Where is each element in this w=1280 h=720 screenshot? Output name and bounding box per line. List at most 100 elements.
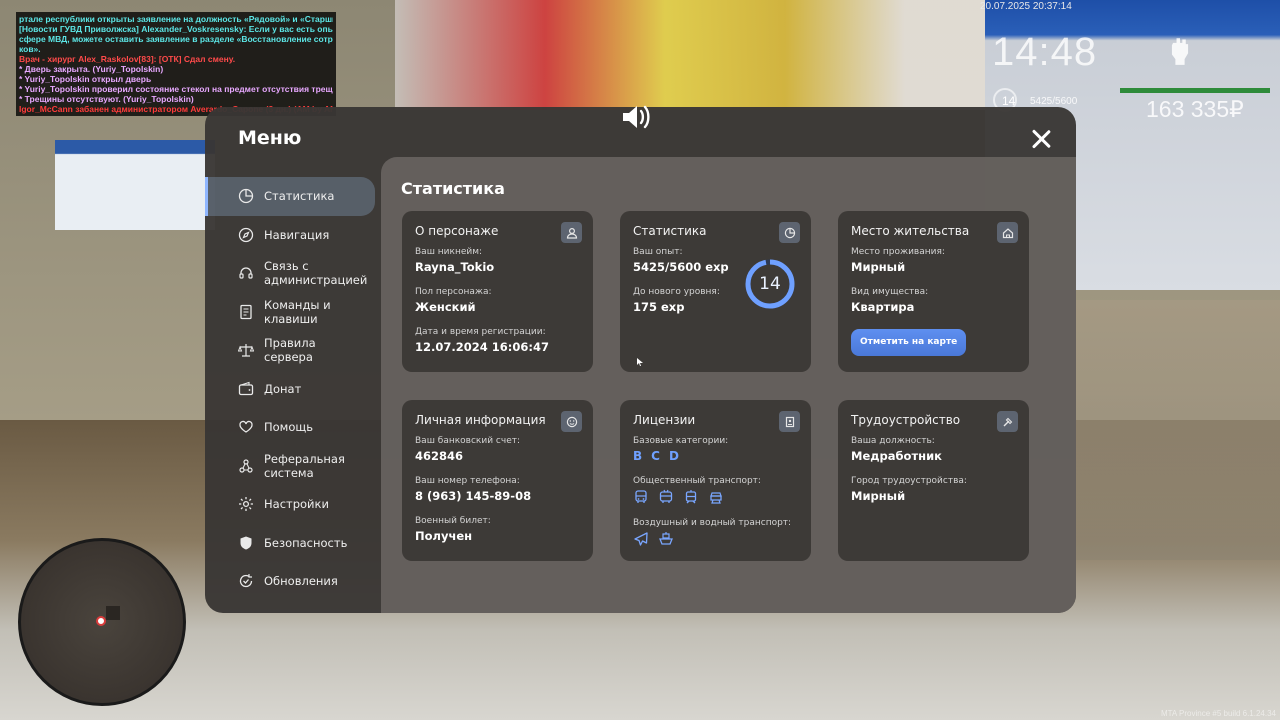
sidebar-item-label: Правила сервера [264, 336, 316, 365]
wallet-icon [238, 381, 254, 395]
property-value: Квартира [851, 300, 915, 314]
sidebar-item-label: Команды и клавиши [264, 297, 331, 326]
wall-poster [395, 0, 995, 110]
face-icon [561, 411, 582, 432]
position-value: Медработник [851, 449, 942, 463]
mouse-cursor-icon [637, 358, 643, 366]
sidebar-item-label: Настройки [264, 497, 329, 512]
chat-log: ртале республики открыты заявление на до… [16, 12, 336, 116]
gender-label: Пол персонажа: [415, 287, 492, 297]
military-label: Военный билет: [415, 516, 491, 526]
chat-line: сфере МВД, можете оставить заявление в р… [19, 34, 333, 44]
shield-icon [240, 536, 252, 550]
category-c: C [651, 449, 660, 463]
sidebar-item-network[interactable]: Реферальная система [205, 447, 380, 486]
hud-exp: 5425/5600 [1030, 96, 1078, 107]
hud-datetime: 20.07.2025 20:37:14 [980, 1, 1072, 12]
card-title: Трудоустройство [851, 413, 961, 427]
speaker-icon[interactable] [620, 102, 652, 132]
tram-icon [685, 490, 697, 504]
sidebar-item-label: Обновления [264, 574, 338, 589]
chat-line: * Yuriy_Topolskin открыл дверь [19, 74, 152, 84]
sidebar-item-label: Донат [264, 381, 302, 396]
place-value: Мирный [851, 260, 906, 274]
sidebar-item-headset[interactable]: Связь с администрацией [205, 254, 380, 293]
public-transport-icons [633, 489, 798, 505]
gear-icon [239, 497, 253, 512]
category-letters: B C D [633, 449, 798, 463]
menu-title: Меню [238, 127, 302, 149]
trolleybus-icon [659, 489, 673, 503]
hud-clock: 14:48 [992, 30, 1098, 74]
compass-icon [238, 227, 254, 242]
document-icon [240, 304, 252, 319]
card-residence: Место жительства Место проживания: Мирны… [838, 211, 1029, 372]
gender-value: Женский [415, 300, 476, 314]
sidebar-item-compass[interactable]: Навигация [205, 216, 380, 255]
minimap-player-icon [96, 616, 106, 626]
heart-hand-icon [239, 421, 253, 434]
sidebar-item-document[interactable]: Команды и клавиши [205, 293, 380, 332]
reg-value: 12.07.2024 16:06:47 [415, 340, 549, 354]
id-card-icon [779, 411, 800, 432]
chat-line: Врач - хирург Alex_Raskolov[83]: [ОТК] С… [19, 54, 236, 64]
home-icon [997, 222, 1018, 243]
taxi-icon [710, 492, 722, 504]
user-icon [561, 222, 582, 243]
close-button[interactable] [1031, 129, 1051, 149]
sidebar-item-label: Реферальная система [264, 451, 345, 480]
air-water-icons [633, 531, 798, 547]
level-number: 14 [759, 274, 781, 294]
base-categories-label: Базовые категории: [633, 436, 729, 446]
card-title: Статистика [633, 224, 707, 238]
card-stats: Статистика Ваш опыт: 5425/5600 exp До но… [620, 211, 811, 372]
minimap-building-icon [106, 606, 120, 620]
chat-line: * Трещины отсутствуют. (Yuriy_Topolskin) [19, 94, 194, 104]
card-title: О персонаже [415, 224, 499, 238]
sidebar-item-wallet[interactable]: Донат [205, 370, 380, 409]
card-personal: Личная информация Ваш банковский счет: 4… [402, 400, 593, 561]
sidebar-item-shield[interactable]: Безопасность [205, 524, 380, 563]
card-title: Место жительства [851, 224, 970, 238]
phone-label: Ваш номер телефона: [415, 476, 520, 486]
mark-on-map-button[interactable]: Отметить на карте [851, 329, 967, 356]
public-transport-label: Общественный транспорт: [633, 476, 761, 486]
fist-icon [1171, 38, 1189, 65]
nickname-value: Rayna_Tokio [415, 260, 495, 274]
hud-level: 14 [1002, 94, 1016, 108]
bench [1075, 300, 1280, 560]
job-city-value: Мирный [851, 489, 906, 503]
military-value: Получен [415, 529, 473, 543]
sidebar-item-scales[interactable]: Правила сервера [205, 331, 380, 370]
chat-line: ков». [19, 44, 41, 54]
reg-label: Дата и время регистрации: [415, 327, 546, 337]
hammer-icon [997, 411, 1018, 432]
plane-icon [634, 532, 648, 546]
job-city-label: Город трудоустройства: [851, 476, 967, 486]
card-job: Трудоустройство Ваша должность: Медработ… [838, 400, 1029, 561]
sidebar: Статистика Навигация Связь с администрацие… [205, 177, 380, 601]
air-water-label: Воздушный и водный транспорт: [633, 518, 792, 528]
card-character: О персонаже Ваш никнейм: Rayna_Tokio Пол… [402, 211, 593, 372]
chat-line: * Дверь закрыта. (Yuriy_Topolskin) [19, 64, 164, 74]
hud-money: 163 335₽ [1146, 96, 1244, 122]
chat-line: ртале республики открыты заявление на до… [19, 14, 333, 24]
sidebar-item-refresh-check[interactable]: Обновления [205, 562, 380, 601]
scales-icon [238, 344, 254, 357]
nickname-label: Ваш никнейм: [415, 247, 483, 257]
refresh-check-icon [239, 574, 253, 588]
sidebar-item-gear[interactable]: Настройки [205, 485, 380, 524]
category-b: B [633, 449, 643, 463]
card-title: Личная информация [415, 413, 546, 427]
sidebar-item-label: Связь с администрацией [264, 259, 368, 288]
bank-value: 462846 [415, 449, 464, 463]
sidebar-item-pie-chart[interactable]: Статистика [205, 177, 375, 216]
property-label: Вид имущества: [851, 287, 929, 297]
category-d: D [668, 449, 679, 463]
sidebar-item-label: Навигация [264, 227, 330, 242]
sidebar-item-label: Статистика [264, 189, 335, 204]
sidebar-item-heart-hand[interactable]: Помощь [205, 408, 380, 447]
card-licenses: Лицензии Базовые категории: B C D Общест… [620, 400, 811, 561]
phone-value: 8 (963) 145-89-08 [415, 489, 532, 503]
card-title: Лицензии [633, 413, 696, 427]
